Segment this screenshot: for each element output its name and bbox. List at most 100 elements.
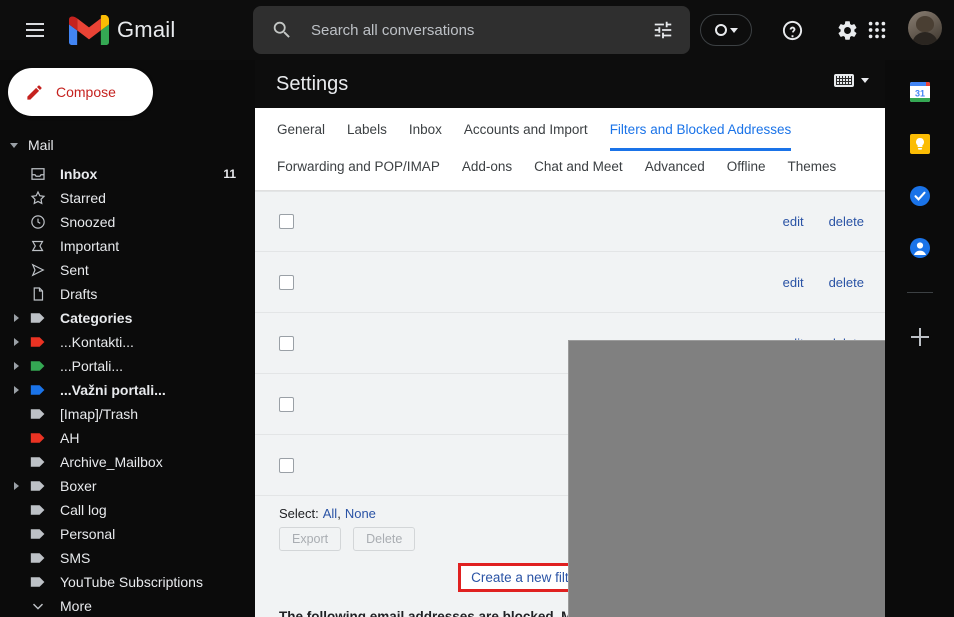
google-tasks-icon[interactable] bbox=[908, 184, 932, 208]
filter-delete-link[interactable]: delete bbox=[829, 214, 864, 229]
sidebar-item-label: Snoozed bbox=[60, 214, 116, 230]
important-label-icon bbox=[28, 237, 48, 255]
filter-row-checkbox[interactable] bbox=[279, 274, 294, 290]
add-apps-icon[interactable] bbox=[908, 325, 932, 349]
sidebar-item-sent[interactable]: Sent bbox=[0, 258, 250, 282]
sidebar-item-va-ni-portali[interactable]: ...Važni portali... bbox=[0, 378, 250, 402]
filter-delete-link[interactable]: delete bbox=[829, 275, 864, 290]
sidebar-item-label: Archive_Mailbox bbox=[60, 454, 163, 470]
sidebar-item-label: Important bbox=[60, 238, 120, 254]
sidebar-item-drafts[interactable]: Drafts bbox=[0, 282, 250, 306]
expand-arrow-icon[interactable] bbox=[8, 386, 24, 394]
clock-icon bbox=[28, 213, 48, 231]
hamburger-icon-line bbox=[26, 23, 44, 25]
sidebar-item-more[interactable]: More bbox=[0, 594, 250, 617]
compose-button[interactable]: Compose bbox=[8, 68, 153, 116]
sidebar-item-boxer[interactable]: Boxer bbox=[0, 474, 250, 498]
sidebar-item-ah[interactable]: AH bbox=[0, 426, 250, 450]
label-tag-icon bbox=[28, 456, 48, 468]
main-menu-button[interactable] bbox=[11, 6, 59, 54]
label-tag-icon bbox=[28, 360, 48, 372]
google-keep-icon[interactable] bbox=[908, 132, 932, 156]
sidebar-item-label: [Imap]/Trash bbox=[60, 406, 139, 422]
sidebar-item-label: More bbox=[60, 598, 92, 614]
send-icon bbox=[28, 261, 48, 279]
tab-advanced[interactable]: Advanced bbox=[645, 151, 705, 190]
google-contacts-icon[interactable] bbox=[908, 236, 932, 260]
gmail-logo-link[interactable]: Gmail bbox=[69, 15, 175, 45]
mail-section-header[interactable]: Mail bbox=[0, 132, 250, 158]
filter-row: edit delete bbox=[255, 252, 885, 313]
draft-page-icon bbox=[28, 285, 48, 303]
settings-tabs: General Labels Inbox Accounts and Import Fil… bbox=[255, 108, 885, 191]
hamburger-icon-line bbox=[26, 29, 44, 31]
tab-filters-and-blocked-addresses[interactable]: Filters and Blocked Addresses bbox=[609, 114, 792, 151]
filter-row-checkbox[interactable] bbox=[279, 396, 294, 412]
filter-edit-link[interactable]: edit bbox=[783, 275, 804, 290]
sidebar-item-inbox[interactable]: Inbox 11 bbox=[0, 162, 250, 186]
tab-inbox[interactable]: Inbox bbox=[409, 114, 442, 151]
sidebar-item-label: Drafts bbox=[60, 286, 98, 302]
avatar[interactable] bbox=[908, 11, 942, 45]
google-apps-grid-icon[interactable] bbox=[861, 14, 893, 46]
tab-offline[interactable]: Offline bbox=[727, 151, 766, 190]
sidebar-item-categories[interactable]: Categories bbox=[0, 306, 250, 330]
keyboard-icon bbox=[834, 74, 854, 87]
filter-row-checkbox[interactable] bbox=[279, 335, 294, 351]
sidebar-item-label: ...Važni portali... bbox=[60, 382, 166, 398]
tab-forwarding-and-pop-imap[interactable]: Forwarding and POP/IMAP bbox=[277, 151, 440, 190]
tab-add-ons[interactable]: Add-ons bbox=[462, 151, 512, 190]
filter-row-checkbox[interactable] bbox=[279, 457, 294, 473]
compose-label: Compose bbox=[56, 84, 116, 100]
filter-edit-link[interactable]: edit bbox=[783, 214, 804, 229]
tab-chat-and-meet[interactable]: Chat and Meet bbox=[534, 151, 623, 190]
gmail-logo-icon bbox=[69, 15, 109, 45]
select-label: Select: bbox=[279, 506, 319, 521]
sidebar-item-starred[interactable]: Starred bbox=[0, 186, 250, 210]
select-all-link[interactable]: All bbox=[323, 506, 337, 521]
sidebar-item-youtube-subscriptions[interactable]: YouTube Subscriptions bbox=[0, 570, 250, 594]
sidebar-item-sms[interactable]: SMS bbox=[0, 546, 250, 570]
expand-arrow-icon[interactable] bbox=[8, 362, 24, 370]
label-tag-icon bbox=[28, 528, 48, 540]
sidebar-item-portali[interactable]: ...Portali... bbox=[0, 354, 250, 378]
label-tag-icon bbox=[28, 384, 48, 396]
sidebar-item-kontakti[interactable]: ...Kontakti... bbox=[0, 330, 250, 354]
sidebar-item-label: Sent bbox=[60, 262, 89, 278]
chevron-down-icon bbox=[28, 597, 48, 615]
tab-themes[interactable]: Themes bbox=[788, 151, 837, 190]
search-bar[interactable] bbox=[253, 6, 690, 54]
gear-icon[interactable] bbox=[831, 14, 863, 46]
sidebar-item-label: Inbox bbox=[60, 166, 98, 182]
sidebar-item-imap-trash[interactable]: [Imap]/Trash bbox=[0, 402, 250, 426]
search-options-icon[interactable] bbox=[652, 19, 674, 41]
status-selector[interactable] bbox=[700, 14, 752, 46]
delete-button[interactable]: Delete bbox=[353, 527, 416, 551]
expand-arrow-icon[interactable] bbox=[8, 482, 24, 490]
sidebar-item-personal[interactable]: Personal bbox=[0, 522, 250, 546]
settings-header: Settings bbox=[255, 60, 885, 108]
label-tag-icon bbox=[28, 312, 48, 324]
sidebar-item-call-log[interactable]: Call log bbox=[0, 498, 250, 522]
export-button[interactable]: Export bbox=[279, 527, 342, 551]
create-new-filter-link[interactable]: Create a new filter bbox=[471, 570, 581, 585]
left-sidebar: Compose Mail Inbox 11 Starred Snoozed Import… bbox=[0, 60, 250, 617]
sidebar-item-snoozed[interactable]: Snoozed bbox=[0, 210, 250, 234]
tab-labels[interactable]: Labels bbox=[347, 114, 387, 151]
select-none-link[interactable]: None bbox=[345, 506, 376, 521]
expand-arrow-icon[interactable] bbox=[8, 314, 24, 322]
sidebar-item-important[interactable]: Important bbox=[0, 234, 250, 258]
tab-general[interactable]: General bbox=[277, 114, 325, 151]
help-icon[interactable] bbox=[776, 14, 808, 46]
label-tag-icon bbox=[28, 432, 48, 444]
filter-row-checkbox[interactable] bbox=[279, 214, 294, 229]
tab-accounts-and-import[interactable]: Accounts and Import bbox=[464, 114, 588, 151]
expand-arrow-icon[interactable] bbox=[8, 338, 24, 346]
google-calendar-icon[interactable]: 31 bbox=[908, 80, 932, 104]
input-tools-button[interactable] bbox=[834, 74, 869, 87]
label-tag-icon bbox=[28, 480, 48, 492]
sidebar-item-archive-mailbox[interactable]: Archive_Mailbox bbox=[0, 450, 250, 474]
search-input[interactable] bbox=[311, 21, 652, 39]
sidebar-item-label: Personal bbox=[60, 526, 116, 542]
label-tag-icon bbox=[28, 408, 48, 420]
